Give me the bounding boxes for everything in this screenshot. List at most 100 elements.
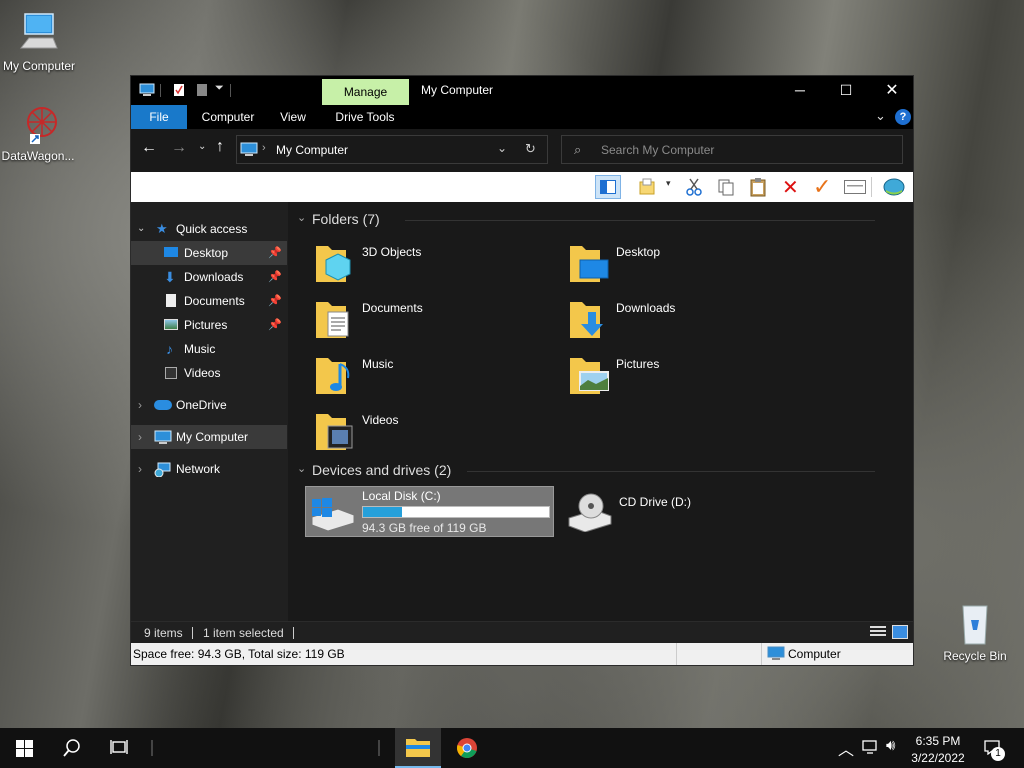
nav-pictures[interactable]: Pictures 📌 (131, 313, 287, 337)
folder-documents[interactable]: Documents (309, 290, 549, 342)
properties-icon[interactable] (173, 83, 185, 97)
windows-start-icon[interactable] (16, 740, 33, 757)
delete-x-icon: ✕ (782, 177, 799, 199)
expand-chevron-icon: ⌄ (137, 223, 146, 234)
search-box[interactable]: ⌕ Search My Computer (561, 135, 903, 164)
up-arrow-icon[interactable]: ↑ (216, 138, 224, 156)
computer-icon (240, 142, 258, 156)
drive-local-disk-c[interactable]: Local Disk (C:) 94.3 GB free of 119 GB (305, 486, 554, 537)
pictures-icon (164, 319, 178, 330)
desktop-icon-recycle-bin[interactable]: Recycle Bin (937, 602, 1013, 663)
nav-documents[interactable]: Documents 📌 (131, 289, 287, 313)
details-view-icon[interactable] (870, 626, 886, 638)
forward-arrow-icon[interactable]: → (171, 139, 187, 157)
delete-button[interactable]: ✕ (777, 175, 803, 199)
clock-time: 6:35 PM (915, 734, 961, 748)
notification-center-button[interactable]: 1 (980, 736, 1010, 762)
tab-view[interactable]: View (271, 105, 315, 129)
rename-button[interactable]: ✓ (809, 174, 835, 199)
music-note-icon: ♪ (166, 341, 173, 357)
maximize-button[interactable]: ☐ (823, 76, 869, 105)
show-hidden-icons-icon[interactable]: ︿ (838, 736, 854, 760)
nav-onedrive[interactable]: › OneDrive (131, 393, 287, 417)
expand-ribbon-icon[interactable]: ⌄ (875, 108, 886, 124)
network-globe-button[interactable] (881, 175, 907, 199)
expand-chevron-icon: › (138, 398, 142, 412)
folders-group-header[interactable]: ⌄ Folders (7) (297, 211, 907, 229)
music-folder-icon (316, 358, 350, 394)
copy-icon (718, 179, 734, 196)
tab-drive-tools[interactable]: Drive Tools (325, 105, 405, 129)
nav-quick-access[interactable]: ⌄ ★ Quick access (131, 217, 287, 241)
status-bar: 9 items 1 item selected (131, 621, 913, 644)
taskbar-chrome[interactable] (445, 728, 491, 768)
manage-tab[interactable]: Manage (322, 79, 409, 105)
clock[interactable]: 6:35 PM 3/22/2022 (905, 731, 971, 765)
desktop-folder-icon (570, 246, 609, 282)
drive-cd-d[interactable]: CD Drive (D:) (563, 486, 812, 537)
tab-computer[interactable]: Computer (193, 105, 263, 129)
back-arrow-icon[interactable]: ← (141, 139, 157, 157)
search-input[interactable]: Search My Computer (601, 143, 714, 157)
folder-videos[interactable]: Videos (309, 402, 549, 454)
video-film-icon (165, 367, 177, 379)
3d-objects-folder-icon (316, 246, 351, 282)
copy-button[interactable] (713, 175, 739, 199)
properties-card-icon (844, 180, 866, 194)
close-button[interactable]: ✕ (869, 76, 915, 105)
nav-my-computer[interactable]: › My Computer (131, 425, 287, 449)
download-arrow-icon: ⬇ (164, 269, 176, 285)
preview-pane-button[interactable] (595, 175, 621, 199)
tab-file[interactable]: File (131, 105, 187, 129)
nav-downloads[interactable]: ⬇ Downloads 📌 (131, 265, 287, 289)
cloud-icon (154, 400, 172, 410)
search-icon[interactable] (62, 738, 82, 758)
recent-locations-icon[interactable]: ⌄ (198, 141, 206, 152)
new-folder-icon[interactable] (196, 83, 208, 97)
refresh-icon[interactable]: ↻ (525, 141, 536, 157)
network-status-icon[interactable] (862, 740, 880, 755)
clock-date: 3/22/2022 (911, 751, 965, 765)
windows-drive-icon (311, 498, 355, 531)
taskbar: ︿ 🔊︎ 6:35 PM 3/22/2022 1 (0, 728, 1024, 768)
large-icons-view-icon[interactable] (892, 625, 908, 639)
notification-count-badge: 1 (991, 747, 1005, 761)
nav-music[interactable]: ♪ Music (131, 337, 287, 361)
customize-quick-access-icon[interactable]: ⏷ (215, 82, 224, 95)
breadcrumb-my-computer[interactable]: My Computer (276, 143, 348, 157)
videos-folder-icon (316, 414, 353, 450)
desktop-folder-icon (164, 247, 178, 257)
address-dropdown-icon[interactable]: ⌄ (497, 141, 507, 155)
clipboard-icon (750, 178, 766, 197)
folder-desktop[interactable]: Desktop (563, 234, 803, 286)
nav-desktop[interactable]: Desktop 📌 (131, 241, 287, 265)
nav-videos[interactable]: Videos (131, 361, 287, 385)
space-info: Space free: 94.3 GB, Total size: 119 GB (133, 647, 345, 661)
task-view-icon[interactable] (110, 739, 128, 755)
address-bar[interactable]: › My Computer ⌄ ↻ (236, 135, 548, 164)
pin-icon: 📌 (268, 271, 282, 283)
recycle-bin-icon (962, 605, 988, 645)
nav-network[interactable]: › Network (131, 457, 287, 481)
volume-icon[interactable]: 🔊︎ (886, 737, 895, 754)
taskbar-file-explorer[interactable] (395, 728, 441, 768)
computer-icon (767, 646, 785, 660)
new-item-button[interactable]: ▾ (636, 175, 671, 199)
folder-pictures[interactable]: Pictures (563, 346, 803, 398)
folder-3d-objects[interactable]: 3D Objects (309, 234, 549, 286)
devices-group-header[interactable]: ⌄ Devices and drives (2) (297, 462, 907, 480)
ribbon-tabs: File Computer View Drive Tools ⌄ ? (131, 105, 913, 129)
downloads-folder-icon (570, 302, 603, 338)
cut-button[interactable] (681, 175, 707, 199)
desktop-icon-my-computer[interactable]: My Computer (1, 10, 77, 73)
file-explorer-icon (406, 739, 430, 757)
folder-downloads[interactable]: Downloads (563, 290, 803, 342)
file-explorer-window: ⏷ Manage My Computer ─ ☐ ✕ File Computer… (130, 75, 914, 666)
minimize-button[interactable]: ─ (777, 76, 823, 105)
folder-music[interactable]: Music (309, 346, 549, 398)
title-bar[interactable]: ⏷ Manage My Computer ─ ☐ ✕ (131, 76, 913, 105)
help-icon[interactable]: ? (895, 109, 911, 125)
paste-button[interactable] (745, 175, 771, 199)
properties-button[interactable] (841, 175, 867, 199)
desktop-icon-datawagon[interactable]: DataWagon... (0, 104, 76, 163)
